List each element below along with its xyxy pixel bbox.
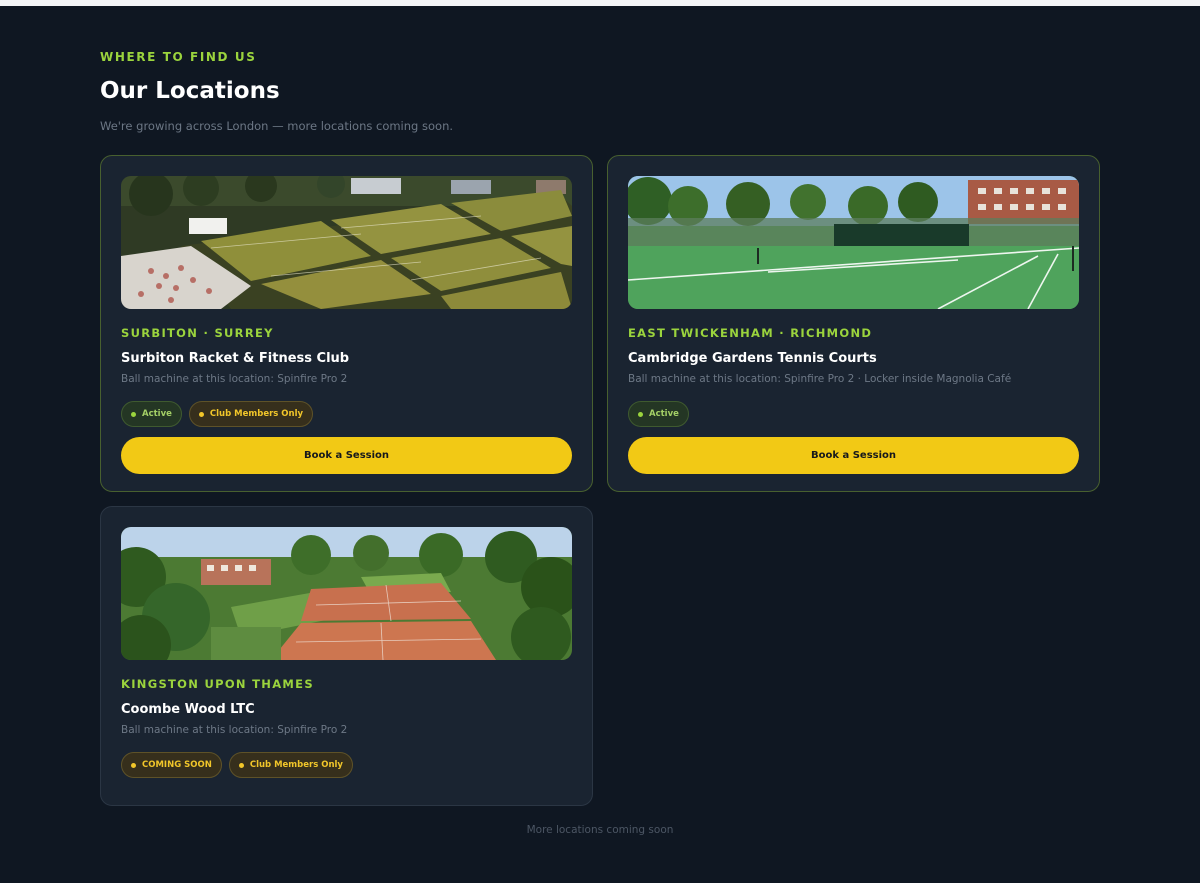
badge-label: Active (649, 409, 679, 419)
more-locations-note: More locations coming soon (526, 824, 674, 836)
badge-label: Club Members Only (209, 409, 304, 419)
status-badge-active: Active (628, 401, 689, 427)
location-card-cambridge-gardens: EAST TWICKENHAM · RICHMOND Cambridge Gar… (607, 155, 1100, 492)
location-photo (628, 176, 1079, 309)
status-dot-icon (238, 762, 244, 768)
status-badge-active: Active (121, 401, 182, 427)
section-eyebrow: WHERE TO FIND US (100, 50, 257, 64)
section-title: Our Locations (100, 78, 280, 104)
status-badges: COMING SOON Club Members Only (121, 752, 572, 778)
location-area: SURBITON · SURREY (121, 326, 274, 340)
ball-machine-info: Ball machine at this location: Spinfire … (121, 373, 348, 385)
status-badge-coming-soon: COMING SOON (121, 752, 222, 778)
status-dot-icon (638, 411, 643, 417)
status-badges: Active (628, 401, 1079, 427)
location-area: EAST TWICKENHAM · RICHMOND (628, 326, 873, 340)
book-session-button[interactable]: Book a Session (121, 437, 572, 474)
locations-header: WHERE TO FIND US Our Locations We're gro… (100, 50, 1100, 133)
ball-machine-info: Ball machine at this location: Spinfire … (628, 373, 1012, 385)
status-badge-members-only: Club Members Only (188, 401, 314, 427)
badge-label: Active (142, 409, 172, 419)
location-photo (121, 527, 572, 660)
ball-machine-info: Ball machine at this location: Spinfire … (121, 724, 348, 736)
status-badge-members-only: Club Members Only (228, 752, 353, 778)
status-dot-icon (131, 411, 136, 417)
location-name: Coombe Wood LTC (121, 702, 255, 717)
location-photo (121, 176, 572, 309)
badge-label: COMING SOON (142, 760, 212, 770)
badge-label: Club Members Only (249, 760, 343, 770)
top-bar (0, 0, 1200, 6)
location-area: KINGSTON UPON THAMES (121, 677, 314, 691)
location-name: Surbiton Racket & Fitness Club (121, 351, 350, 366)
status-badges: Active Club Members Only (121, 401, 572, 427)
status-dot-icon (131, 762, 136, 768)
location-card-coombe-wood: KINGSTON UPON THAMES Coombe Wood LTC Bal… (100, 506, 593, 806)
location-card-surbiton: SURBITON · SURREY Surbiton Racket & Fitn… (100, 155, 593, 492)
location-name: Cambridge Gardens Tennis Courts (628, 351, 877, 366)
section-subtitle: We're growing across London — more locat… (100, 119, 454, 133)
book-session-button[interactable]: Book a Session (628, 437, 1079, 474)
status-dot-icon (198, 411, 204, 417)
